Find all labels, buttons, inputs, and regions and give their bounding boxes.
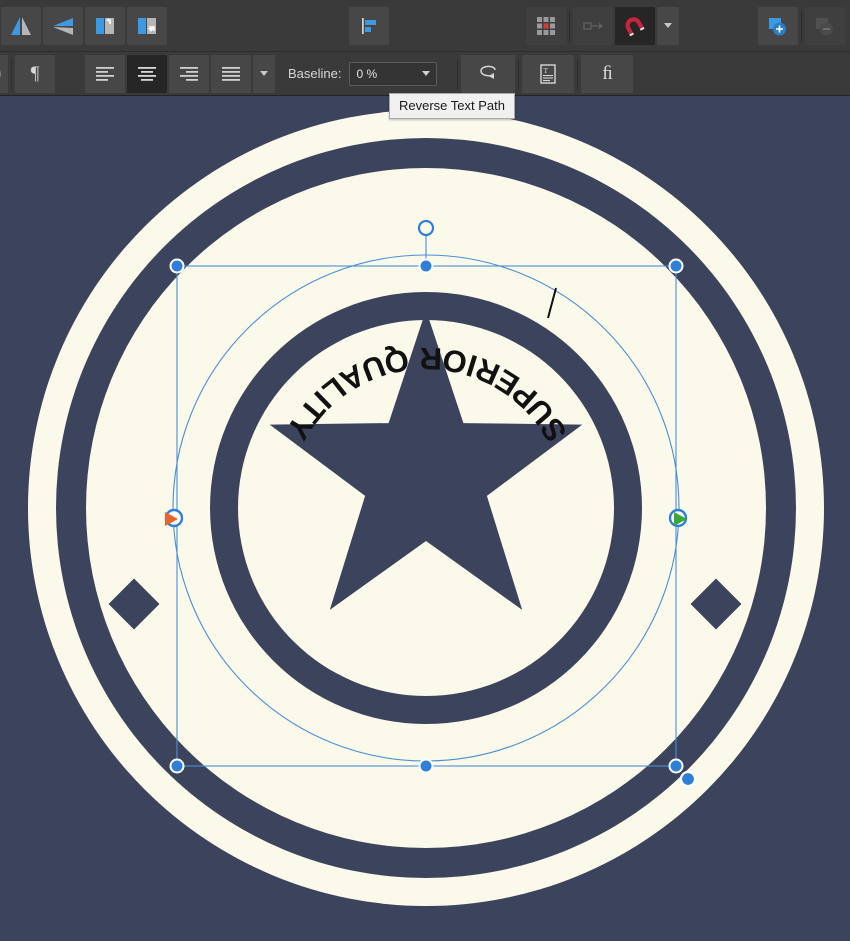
tooltip: Reverse Text Path: [389, 93, 515, 119]
subtract-shape-icon: [816, 17, 833, 35]
align-left-icon: [96, 66, 114, 81]
boolean-button-group: [757, 0, 846, 51]
chevron-down-icon: [422, 71, 431, 76]
text-flow-group: ¶: [0, 52, 56, 95]
flip-horizontal-button[interactable]: [1, 6, 41, 45]
ligatures-button[interactable]: ﬁ: [581, 54, 634, 93]
snapping-options-button[interactable]: [657, 6, 679, 45]
reverse-text-path-icon: [480, 65, 497, 79]
magnet-icon: [625, 16, 645, 36]
reverse-text-path-button[interactable]: [461, 54, 516, 93]
toolbar-divider: [577, 57, 579, 90]
handle-top-left[interactable]: [169, 258, 185, 274]
alignment-more-button[interactable]: [253, 54, 275, 93]
show-paragraph-marks-button[interactable]: ¶: [15, 54, 55, 93]
application-window: ¶ Baseline: 0 % T ﬁ SUPERIOR QUALITY Rev…: [0, 0, 850, 941]
baseline-value: 0 %: [356, 66, 378, 81]
grid-snap-button[interactable]: [526, 6, 566, 45]
align-objects-button[interactable]: [349, 6, 389, 45]
grid-icon: [537, 16, 555, 35]
toolbar-text: ¶ Baseline: 0 % T ﬁ: [0, 52, 850, 96]
handle-top-right[interactable]: [668, 258, 684, 274]
baseline-input[interactable]: 0 %: [349, 61, 438, 86]
align-justify-button[interactable]: [211, 54, 251, 93]
toolbar-transform: [0, 0, 850, 52]
align-left-button[interactable]: [85, 54, 125, 93]
align-button-group: [348, 0, 390, 51]
rotate-left-icon: [96, 17, 114, 34]
align-right-button[interactable]: [169, 54, 209, 93]
flip-vertical-button[interactable]: [43, 6, 83, 45]
add-shape-icon: [769, 17, 786, 35]
chevron-down-icon: [260, 71, 268, 76]
handle-scale-offset[interactable]: [679, 770, 697, 788]
ligature-fi-icon: ﬁ: [602, 63, 613, 84]
handle-rotation[interactable]: [417, 219, 435, 237]
flip-horizontal-icon: [11, 16, 31, 35]
baseline-label: Baseline:: [288, 66, 342, 81]
transform-button-group: [0, 0, 168, 51]
handle-bottom-left[interactable]: [169, 758, 185, 774]
chevron-down-icon: [664, 23, 672, 28]
align-justify-icon: [222, 66, 240, 81]
subtract-shape-button: [805, 6, 845, 45]
add-shape-button[interactable]: [758, 6, 798, 45]
align-right-icon: [180, 66, 198, 81]
align-left-objects-icon: [362, 17, 376, 34]
toolbar-divider: [457, 57, 459, 90]
handle-top-center[interactable]: [418, 258, 434, 274]
toolbar-divider: [801, 9, 802, 42]
text-frame-icon: [0, 69, 1, 78]
rotate-right-icon: [138, 17, 156, 34]
rotate-left-button[interactable]: [85, 6, 125, 45]
toolbar-divider: [11, 57, 12, 90]
snap-spacing-button: [573, 6, 613, 45]
toolbar-divider: [518, 57, 520, 90]
document-canvas[interactable]: SUPERIOR QUALITY: [0, 96, 850, 941]
align-center-button[interactable]: [127, 54, 167, 93]
text-frame-button[interactable]: [0, 54, 8, 93]
toolbar-divider: [569, 9, 570, 42]
snapping-button-group: [525, 0, 680, 51]
align-center-icon: [138, 66, 156, 81]
handle-bottom-center[interactable]: [418, 758, 434, 774]
rotate-right-button[interactable]: [127, 6, 167, 45]
magnet-snap-button[interactable]: [615, 6, 655, 45]
flip-vertical-icon: [53, 17, 73, 35]
svg-text:T: T: [544, 66, 549, 75]
text-on-path-options-button[interactable]: T: [522, 54, 575, 93]
artwork-canvas: SUPERIOR QUALITY: [0, 96, 850, 941]
handle-bottom-right[interactable]: [668, 758, 684, 774]
pilcrow-icon: ¶: [30, 63, 40, 84]
snap-spacing-icon: [583, 21, 603, 30]
paragraph-alignment-group: [84, 52, 276, 95]
text-path-group: T ﬁ: [460, 52, 634, 95]
text-box-icon: T: [540, 63, 557, 84]
